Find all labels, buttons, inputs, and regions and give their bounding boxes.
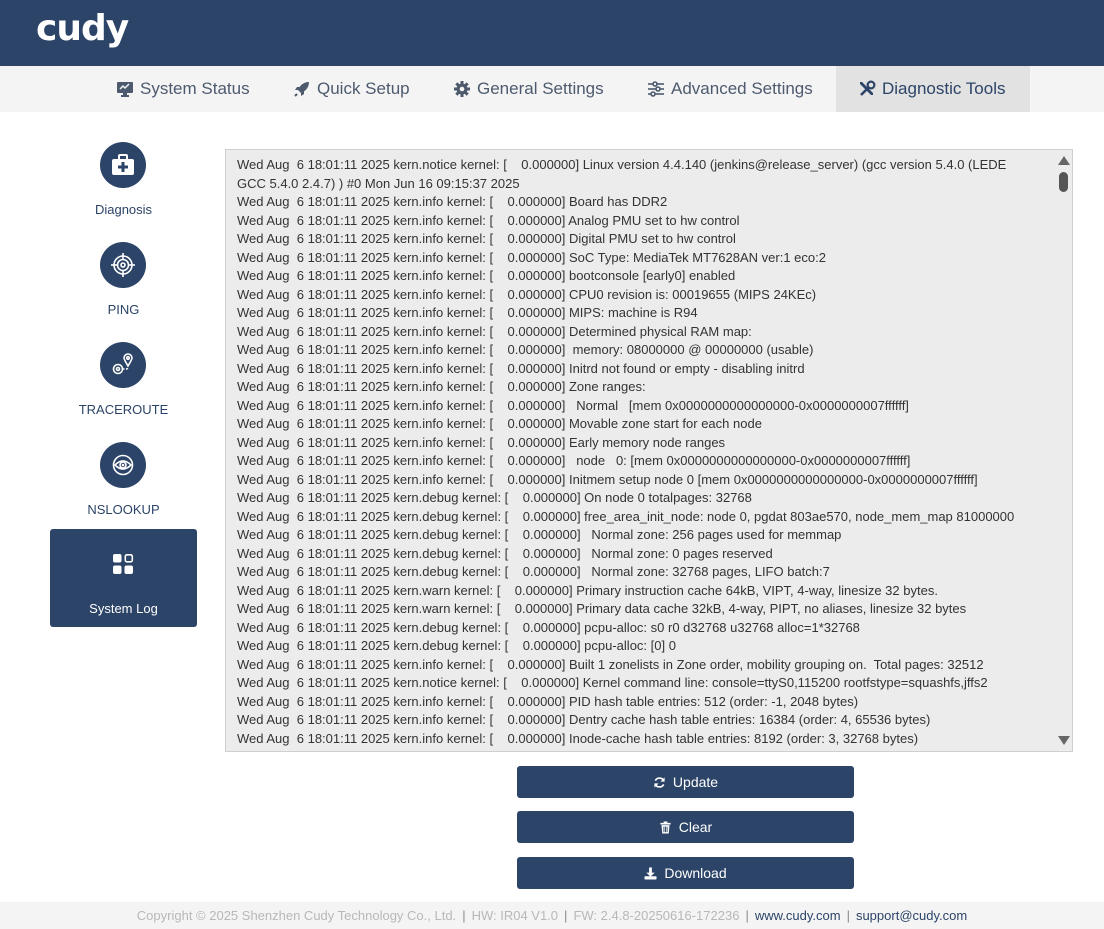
sidebar-item-label: System Log — [89, 601, 158, 616]
tab-system-status[interactable]: System Status — [104, 66, 262, 112]
top-header: cudy — [0, 0, 1104, 66]
scroll-up-arrow-icon[interactable] — [1058, 156, 1070, 165]
tab-label: System Status — [140, 79, 250, 98]
scroll-thumb[interactable] — [1059, 172, 1068, 192]
log-scrollbar[interactable] — [1055, 150, 1072, 751]
sidebar-item-label: PING — [107, 302, 140, 317]
rocket-icon — [294, 82, 309, 97]
sidebar-item-traceroute[interactable]: TRACEROUTE — [50, 330, 197, 428]
eye-icon — [100, 442, 146, 488]
footer-separator: | — [462, 908, 466, 923]
download-icon — [644, 866, 657, 880]
refresh-icon — [654, 776, 665, 788]
monitor-icon — [117, 82, 133, 97]
scroll-down-arrow-icon[interactable] — [1058, 736, 1070, 745]
route-pin-icon — [100, 342, 146, 388]
tab-label: Advanced Settings — [671, 79, 813, 98]
trash-icon — [660, 820, 671, 834]
sidebar-item-label: Diagnosis — [94, 202, 153, 217]
target-icon — [100, 242, 146, 288]
website-link[interactable]: www.cudy.com — [755, 908, 841, 923]
main-nav: System Status Quick Setup General Settin… — [0, 66, 1104, 112]
tab-label: Diagnostic Tools — [882, 79, 1006, 98]
copyright-text: Copyright © 2025 Shenzhen Cudy Technolog… — [136, 908, 457, 923]
firmware-version: FW: 2.4.8-20250616-172236 — [573, 908, 740, 923]
footer: Copyright © 2025 Shenzhen Cudy Technolog… — [0, 902, 1104, 929]
grid-icon — [100, 541, 146, 587]
gear-icon — [454, 81, 470, 97]
sidebar-item-ping[interactable]: PING — [50, 230, 197, 328]
log-content: Wed Aug 6 18:01:11 2025 kern.notice kern… — [237, 157, 1015, 746]
tab-advanced-settings[interactable]: Advanced Settings — [635, 66, 825, 112]
footer-separator: | — [745, 908, 749, 923]
sliders-icon — [648, 81, 664, 97]
sidebar-item-system-log[interactable]: System Log — [50, 529, 197, 627]
download-button[interactable]: Download — [517, 857, 854, 889]
cudy-logo[interactable]: cudy — [36, 8, 129, 49]
tab-label: Quick Setup — [317, 79, 410, 98]
tab-label: General Settings — [477, 79, 604, 98]
sidebar-item-label: NSLOOKUP — [87, 502, 160, 517]
first-aid-kit-icon — [100, 142, 146, 188]
support-email-link[interactable]: support@cudy.com — [856, 908, 967, 923]
system-log-textarea[interactable]: Wed Aug 6 18:01:11 2025 kern.notice kern… — [225, 149, 1073, 752]
sidebar-item-label: TRACEROUTE — [78, 402, 169, 417]
footer-separator: | — [846, 908, 850, 923]
download-label: Download — [664, 865, 727, 881]
tab-diagnostic-tools[interactable]: Diagnostic Tools — [836, 66, 1030, 112]
update-label: Update — [672, 774, 719, 790]
tab-quick-setup[interactable]: Quick Setup — [281, 66, 422, 112]
clear-label: Clear — [678, 819, 713, 835]
tools-icon — [860, 80, 876, 96]
sidebar-item-nslookup[interactable]: NSLOOKUP — [50, 430, 197, 528]
update-button[interactable]: Update — [517, 766, 854, 798]
sidebar-item-diagnosis[interactable]: Diagnosis — [50, 130, 197, 228]
hardware-version: HW: IR04 V1.0 — [471, 908, 559, 923]
footer-separator: | — [564, 908, 568, 923]
tab-general-settings[interactable]: General Settings — [441, 66, 616, 112]
clear-button[interactable]: Clear — [517, 811, 854, 843]
